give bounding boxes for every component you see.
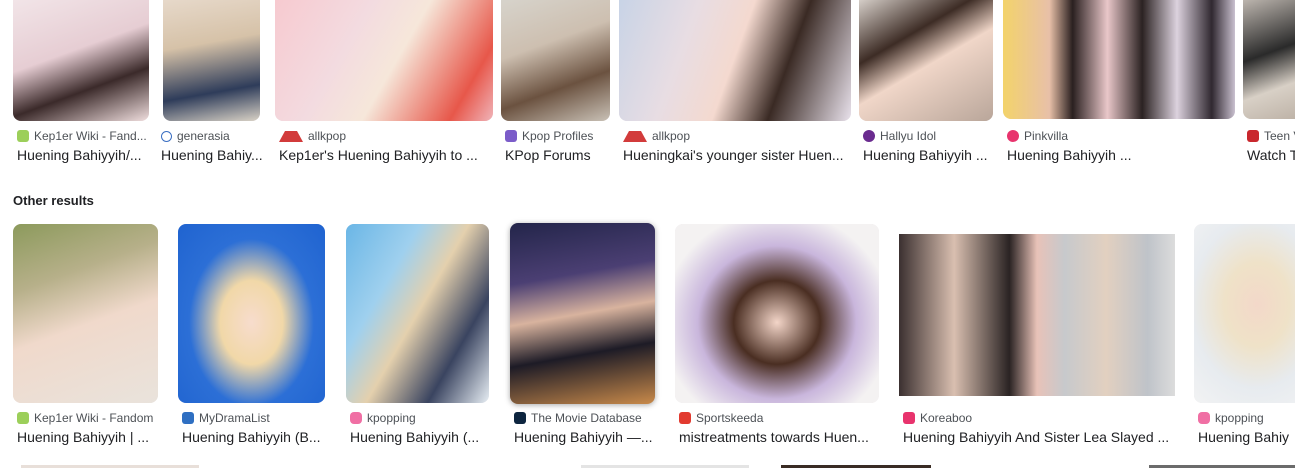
result-source[interactable]: allkpop xyxy=(279,128,489,144)
source-label: Kep1er Wiki - Fand... xyxy=(34,129,147,143)
result-source[interactable]: Kep1er Wiki - Fand... xyxy=(17,128,149,144)
result-title[interactable]: Hueningkai's younger sister Huen... xyxy=(623,146,851,164)
result-thumbnail[interactable] xyxy=(510,223,655,404)
generasia-favicon xyxy=(161,130,172,142)
result-thumbnail[interactable] xyxy=(346,224,489,403)
result-thumbnail[interactable] xyxy=(13,0,149,121)
next-row-preview xyxy=(0,464,1295,474)
result-title[interactable]: Huening Bahiyyih (... xyxy=(350,428,489,446)
result-title[interactable]: Kep1er's Huening Bahiyyih to ... xyxy=(279,146,493,164)
result-thumbnail[interactable] xyxy=(1003,0,1235,119)
result-source[interactable]: kpopping xyxy=(1198,410,1295,426)
source-label: Pinkvilla xyxy=(1024,129,1069,143)
result-title[interactable]: Huening Bahiyyih And Sister Lea Slayed .… xyxy=(903,428,1175,446)
allkpop-favicon xyxy=(623,130,647,142)
result-source[interactable]: kpopping xyxy=(350,410,489,426)
result-source[interactable]: Teen V xyxy=(1247,128,1295,144)
kpop-profiles-favicon xyxy=(505,130,517,142)
tmdb-favicon xyxy=(514,412,526,424)
source-label: MyDramaList xyxy=(199,411,270,425)
result-source[interactable]: Koreaboo xyxy=(903,410,1175,426)
next-row-thumbnail[interactable] xyxy=(781,465,931,468)
result-source[interactable]: Kep1er Wiki - Fandom xyxy=(17,410,158,426)
result-source[interactable]: Sportskeeda xyxy=(679,410,879,426)
hallyu-idol-favicon xyxy=(863,130,875,142)
kep1er-wiki-favicon xyxy=(17,130,29,142)
result-source[interactable]: The Movie Database xyxy=(514,410,655,426)
koreaboo-favicon xyxy=(903,412,915,424)
result-thumbnail[interactable] xyxy=(1194,224,1295,403)
result-source[interactable]: generasia xyxy=(161,128,261,144)
result-thumbnail[interactable] xyxy=(619,0,851,121)
source-label: allkpop xyxy=(652,129,691,143)
source-label: The Movie Database xyxy=(531,411,642,425)
result-title[interactable]: Huening Bahiyyih/... xyxy=(17,146,147,164)
result-title[interactable]: Watch T xyxy=(1247,146,1295,164)
source-label: Kep1er Wiki - Fandom xyxy=(34,411,154,425)
result-thumbnail[interactable] xyxy=(899,234,1175,396)
source-label: Sportskeeda xyxy=(696,411,764,425)
source-label: Koreaboo xyxy=(920,411,973,425)
result-title[interactable]: Huening Bahiy... xyxy=(161,146,265,164)
image-result-card[interactable]: kpopping Huening Bahiy xyxy=(1194,224,1295,464)
result-source[interactable]: Pinkvilla xyxy=(1007,128,1235,144)
result-title[interactable]: Huening Bahiyyih ... xyxy=(863,146,993,164)
other-results-heading: Other results xyxy=(13,193,94,208)
source-label: Teen V xyxy=(1264,129,1295,143)
kpopping-favicon xyxy=(1198,412,1210,424)
result-title[interactable]: Huening Bahiyyih (B... xyxy=(182,428,325,446)
result-thumbnail[interactable] xyxy=(501,0,610,121)
result-source[interactable]: allkpop xyxy=(623,128,851,144)
result-title[interactable]: KPop Forums xyxy=(505,146,610,164)
result-source[interactable]: Hallyu Idol xyxy=(863,128,993,144)
result-thumbnail[interactable] xyxy=(178,224,325,403)
teen-vogue-favicon xyxy=(1247,130,1259,142)
result-thumbnail[interactable] xyxy=(163,0,260,121)
result-title[interactable]: mistreatments towards Huen... xyxy=(679,428,879,446)
result-title[interactable]: Huening Bahiyyih ... xyxy=(1007,146,1235,164)
allkpop-favicon xyxy=(279,130,303,142)
source-label: allkpop xyxy=(308,129,347,143)
image-result-card[interactable]: Teen V Watch T xyxy=(1243,0,1295,170)
source-label: Kpop Profiles xyxy=(522,129,594,143)
source-label: kpopping xyxy=(367,411,416,425)
source-label: kpopping xyxy=(1215,411,1264,425)
source-label: Hallyu Idol xyxy=(880,129,937,143)
result-title[interactable]: Huening Bahiyyih —... xyxy=(514,428,655,446)
sportskeeda-favicon xyxy=(679,412,691,424)
result-source[interactable]: MyDramaList xyxy=(182,410,325,426)
kep1er-wiki-favicon xyxy=(17,412,29,424)
source-label: generasia xyxy=(177,129,230,143)
result-thumbnail[interactable] xyxy=(675,224,879,403)
next-row-thumbnail[interactable] xyxy=(21,465,199,468)
result-thumbnail[interactable] xyxy=(1243,0,1295,119)
next-row-thumbnail[interactable] xyxy=(1149,465,1295,468)
result-thumbnail[interactable] xyxy=(13,224,158,403)
result-thumbnail[interactable] xyxy=(859,0,993,121)
kpopping-favicon xyxy=(350,412,362,424)
mydramalist-favicon xyxy=(182,412,194,424)
result-source[interactable]: Kpop Profiles xyxy=(505,128,610,144)
pinkvilla-favicon xyxy=(1007,130,1019,142)
result-title[interactable]: Huening Bahiy xyxy=(1198,428,1295,446)
next-row-thumbnail[interactable] xyxy=(581,465,749,468)
result-thumbnail[interactable] xyxy=(275,0,493,121)
result-title[interactable]: Huening Bahiyyih | ... xyxy=(17,428,158,446)
